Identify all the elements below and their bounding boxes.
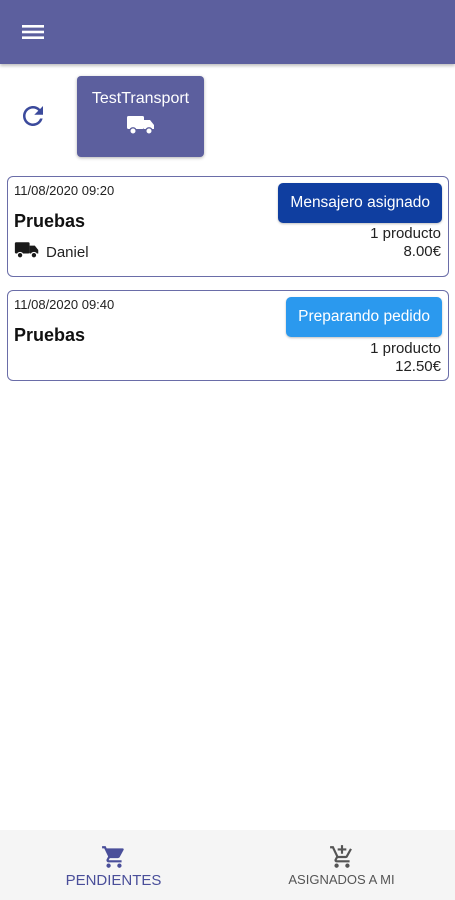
order-price: 12.50€ [395,358,441,375]
transport-label: TestTransport [91,90,190,107]
order-product-count: 1 producto [370,340,441,357]
order-card[interactable]: 11/08/2020 09:20 Pruebas Daniel Mensajer… [7,176,449,277]
courier-row: Daniel [14,241,89,263]
refresh-icon[interactable] [18,101,48,131]
truck-icon [14,240,40,265]
order-card[interactable]: 11/08/2020 09:40 Pruebas Preparando pedi… [7,290,449,381]
tab-pendientes[interactable]: PENDIENTES [0,830,227,900]
tab-label: PENDIENTES [65,872,162,889]
menu-icon[interactable] [20,20,46,44]
order-price: 8.00€ [403,243,441,260]
cart-add-icon [329,844,355,875]
order-date: 11/08/2020 09:20 [14,183,115,198]
order-date: 11/08/2020 09:40 [14,297,115,312]
bottom-navigation: PENDIENTES ASIGNADOS A MI [0,830,455,900]
status-badge: Mensajero asignado [278,183,442,223]
app-bar [0,0,455,64]
order-customer-name: Pruebas [14,325,86,345]
tab-asignados-a-mi[interactable]: ASIGNADOS A MI [228,830,455,900]
order-customer-name: Pruebas [14,211,86,231]
transport-filter-button[interactable]: TestTransport [77,76,204,157]
status-badge: Preparando pedido [286,297,442,337]
courier-name: Daniel [46,243,89,261]
order-product-count: 1 producto [370,225,441,242]
tab-label: ASIGNADOS A MI [288,872,395,887]
truck-icon [126,114,156,141]
cart-icon [101,844,127,875]
